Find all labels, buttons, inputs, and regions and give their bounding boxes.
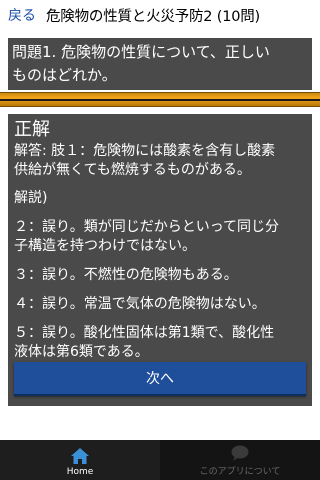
explanation-heading: 解説) [14,190,48,206]
nav-about-label: このアプリについて [199,467,281,477]
answer-line1: 解答: 肢１：危険物には酸素を含有し酸素 [14,143,276,159]
answer-line2: 供給が無くても燃焼するものがある。 [14,162,251,178]
nav-home-label: Home [66,467,94,477]
app-header: 戻る 危険物の性質と火災予防2 (10問) [0,0,320,30]
result-title: 正解 [14,119,50,140]
explanation-item-line1: ５：誤り。酸化性固体は第1類で、酸化性 [14,325,275,341]
next-button[interactable]: 次へ [14,362,306,396]
question-text-line1: 問題1. 危険物の性質について、正しい [12,43,270,61]
question-box: 問題1. 危険物の性質について、正しい ものはどれか。 [8,38,312,90]
back-button[interactable]: 戻る [0,5,46,25]
explanation-item-line2: 子構造を持つわけではない。 [14,238,196,254]
nav-about[interactable]: このアプリについて [160,440,320,480]
explanation-item: ２：誤り。類が同じだからといって同じ分 子構造を持つわけではない。 [14,218,306,256]
page-title: 危険物の性質と火災予防2 (10問) [46,8,260,25]
bottom-nav: Home このアプリについて [0,440,320,480]
explanation-item: ５：誤り。酸化性固体は第1類で、酸化性 液体は第6類である。 [14,324,306,362]
explanation-item-line2: 液体は第6類である。 [14,344,149,360]
nav-home[interactable]: Home [0,440,160,480]
explanation-item: ４：誤り。常温で気体の危険物はない。 [14,295,306,314]
question-text-line2: ものはどれか。 [12,66,117,84]
explanation-item-line1: ３：誤り。不燃性の危険物もある。 [14,267,238,283]
divider-bar [0,92,320,107]
explanation-item-line1: ４：誤り。常温で気体の危険物はない。 [14,296,266,312]
explanation-item-line1: ２：誤り。類が同じだからといって同じ分 [14,219,280,235]
home-icon [71,448,89,464]
explanation-item: ３：誤り。不燃性の危険物もある。 [14,266,306,285]
speech-bubble-icon [231,445,249,461]
